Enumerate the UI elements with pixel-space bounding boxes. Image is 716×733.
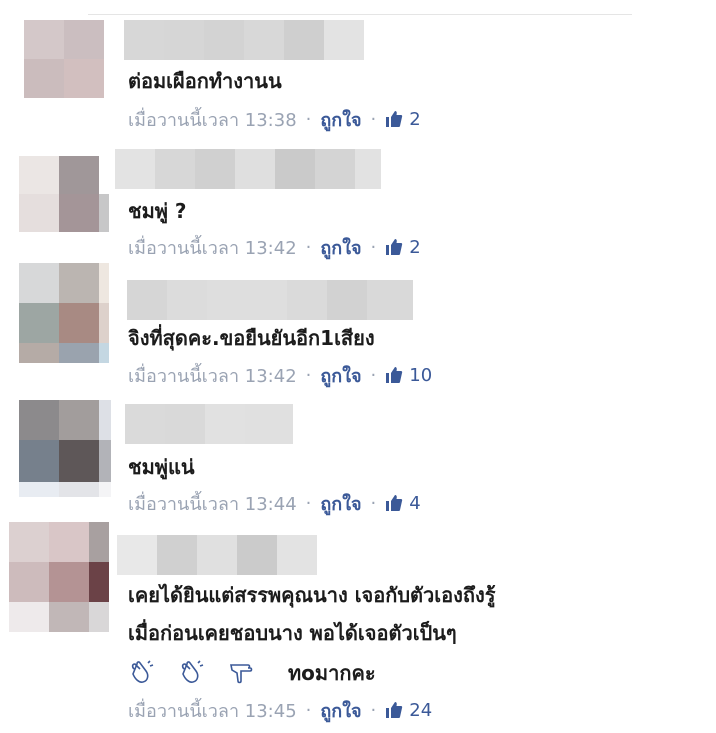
avatar-pixel [19,482,59,497]
separator: · [305,492,312,514]
avatar-pixel [99,400,111,440]
comment-meta: เมื่อวานนี้เวลา 13:44 · ถูกใจ · 4 [128,490,421,516]
like-count[interactable]: 4 [409,493,420,514]
avatar[interactable] [19,156,109,232]
avatar-pixel [99,194,109,232]
avatar-pixel [89,522,109,562]
thumbs-up-icon[interactable] [385,494,403,512]
separator: · [370,236,377,258]
emoji-row: ทoมากคะ [128,657,376,689]
avatar-pixel [99,482,111,497]
separator: · [370,364,377,386]
thumbs-up-icon[interactable] [385,701,403,719]
avatar-pixel [9,602,49,632]
separator: · [305,364,312,386]
avatar-pixel [59,263,99,303]
like-link[interactable]: ถูกใจ [320,361,361,390]
thumbs-up-icon[interactable] [385,110,403,128]
thumbs-up-icon[interactable] [385,366,403,384]
avatar-pixel [99,303,109,343]
avatar-pixel [19,194,59,232]
avatar-pixel [59,440,99,482]
clapping-hand-icon [181,660,204,683]
avatar-pixel [19,263,59,303]
blurred-author-name[interactable] [124,20,364,60]
emoji-comment-text: ทoมากคะ [288,661,376,685]
avatar-pixel [49,602,89,632]
comment-text: จิงที่สุดคะ.ขอยืนยันอีก1เสียง [128,326,375,350]
avatar-pixel [9,522,49,562]
comment-text: ต่อมเผือกทำงานน [128,69,282,93]
timestamp[interactable]: เมื่อวานนี้เวลา 13:42 [128,233,297,262]
avatar-pixel [99,263,109,303]
avatar-pixel [49,562,89,602]
comment-text-line-2: เมื่อก่อนเคยชอบนาง พอได้เจอตัวเป็นๆ [128,621,457,645]
avatar-pixel [49,522,89,562]
thumbs-down-icon [230,664,253,684]
avatar-pixel [19,440,59,482]
avatar-pixel [59,343,99,363]
avatar-pixel [59,194,99,232]
clapping-hand-icon [131,660,154,683]
avatar-pixel [99,440,111,482]
timestamp[interactable]: เมื่อวานนี้เวลา 13:42 [128,361,297,390]
comment-text-line-1: เคยได้ยินแต่สรรพคุณนาง เจอกับตัวเองถึงรู… [128,583,496,607]
timestamp[interactable]: เมื่อวานนี้เวลา 13:45 [128,696,297,725]
avatar-pixel [24,20,64,59]
avatar-pixel [59,400,99,440]
avatar-pixel [19,156,59,194]
separator: · [305,699,312,721]
blurred-author-name[interactable] [127,280,413,320]
avatar-pixel [19,343,59,363]
separator: · [305,236,312,258]
avatar-pixel [89,562,109,602]
avatar-pixel [64,20,104,59]
blurred-author-name[interactable] [115,149,381,189]
avatar-pixel [99,156,109,194]
timestamp[interactable]: เมื่อวานนี้เวลา 13:44 [128,489,297,518]
like-count[interactable]: 24 [409,700,432,721]
like-count[interactable]: 2 [409,237,420,258]
thumbs-up-icon[interactable] [385,238,403,256]
avatar[interactable] [9,522,109,632]
separator: · [370,108,377,130]
comment-meta: เมื่อวานนี้เวลา 13:45 · ถูกใจ · 24 [128,697,432,723]
comment-meta: เมื่อวานนี้เวลา 13:38 · ถูกใจ · 2 [128,106,421,132]
comment-text: ชมพู่ ? [128,199,187,223]
avatar[interactable] [24,20,104,98]
comment-meta: เมื่อวานนี้เวลา 13:42 · ถูกใจ · 2 [128,234,421,260]
avatar-pixel [59,156,99,194]
like-count[interactable]: 10 [409,365,432,386]
like-link[interactable]: ถูกใจ [320,233,361,262]
blurred-author-name[interactable] [125,404,293,444]
like-count[interactable]: 2 [409,109,420,130]
like-link[interactable]: ถูกใจ [320,105,361,134]
avatar-pixel [59,482,99,497]
like-link[interactable]: ถูกใจ [320,489,361,518]
avatar-pixel [59,303,99,343]
like-link[interactable]: ถูกใจ [320,696,361,725]
avatar-pixel [9,562,49,602]
comment-text: ชมพู่แน่ [128,455,195,479]
avatar[interactable] [19,400,111,497]
avatar-pixel [99,343,109,363]
avatar-pixel [89,602,109,632]
avatar-pixel [64,59,104,98]
avatar[interactable] [19,263,109,363]
avatar-pixel [19,303,59,343]
top-divider [88,14,632,15]
separator: · [370,699,377,721]
separator: · [305,108,312,130]
blurred-author-name[interactable] [117,535,317,575]
separator: · [370,492,377,514]
avatar-pixel [24,59,64,98]
comment-meta: เมื่อวานนี้เวลา 13:42 · ถูกใจ · 10 [128,362,432,388]
timestamp[interactable]: เมื่อวานนี้เวลา 13:38 [128,105,297,134]
avatar-pixel [19,400,59,440]
